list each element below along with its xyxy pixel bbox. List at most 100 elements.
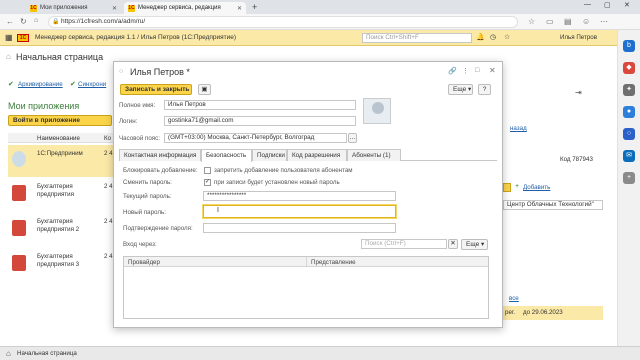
games-icon[interactable]: ● — [623, 106, 635, 118]
login-field[interactable]: gostinka71@gmail.com — [164, 116, 356, 126]
dialog-tabs: Контактная информация Безопасность Подпи… — [119, 149, 497, 162]
maximize-dialog-icon[interactable]: □ — [475, 67, 479, 74]
avatar[interactable] — [363, 98, 391, 124]
timezone-select-button[interactable]: ... — [348, 133, 357, 143]
app-name: Бухгалтерия предприятия 2 — [37, 218, 80, 233]
new-pwd-field[interactable]: I — [203, 205, 396, 218]
browser-sidebar: b ◆ ✦ ● ○ ✉ + — [617, 30, 640, 346]
save-close-button[interactable]: Записать и закрыть — [120, 84, 192, 95]
table-header: Провайдер Представление — [124, 257, 488, 267]
company-value: Центр Облачных Технологий" — [507, 201, 594, 208]
current-pwd-field[interactable]: **************** — [203, 191, 396, 201]
grid-menu-icon[interactable]: ▦ — [5, 33, 13, 42]
favorites-icon[interactable]: ☆ — [528, 17, 535, 26]
app-name: Бухгалтерия предприятия 3 — [37, 253, 80, 268]
floppy-icon: ▣ — [201, 86, 208, 93]
current-user[interactable]: Илья Петров — [560, 34, 597, 41]
subscription-row[interactable]: рег. до 29.06.2023 — [503, 306, 603, 320]
clear-search-button[interactable]: ✕ — [448, 239, 458, 249]
new-pwd-label: Новый пароль: — [123, 209, 166, 216]
add-sidebar-icon[interactable]: + — [623, 172, 635, 184]
close-tab-icon[interactable]: ✕ — [237, 5, 242, 12]
link-icon[interactable]: 🔗 — [448, 67, 457, 75]
bing-icon[interactable]: b — [623, 40, 635, 52]
change-pwd-checkbox[interactable]: ✓ — [204, 179, 211, 186]
history-icon[interactable]: ◷ — [490, 33, 496, 41]
current-pwd-label: Текущий пароль: — [123, 193, 172, 200]
tab-permission-code[interactable]: Код разрешения — [287, 149, 347, 161]
more-button-2[interactable]: Еще ▾ — [461, 239, 488, 250]
right-action-button[interactable] — [503, 183, 511, 192]
collections-icon[interactable]: ▤ — [564, 17, 572, 26]
tab-label: Код разрешения — [292, 152, 341, 159]
table-row[interactable]: Бухгалтерия предприятия 3 2 4 — [8, 251, 116, 281]
1c-logo-icon: 1С — [17, 34, 29, 42]
maximize-icon[interactable]: ▢ — [604, 1, 611, 9]
shopping-icon[interactable]: ◆ — [623, 62, 635, 74]
tab-label: Подписки — [257, 152, 285, 159]
home-taskbar-item[interactable]: Начальная страница — [17, 350, 77, 357]
browser-tab-my-apps[interactable]: 1С Мои приложения ✕ — [26, 2, 121, 14]
app-code: 2 4 — [104, 218, 113, 225]
office-icon[interactable]: ○ — [623, 128, 635, 140]
exit-icon[interactable]: ⇥ — [575, 88, 582, 97]
1c-favicon-icon: 1С — [128, 4, 135, 12]
close-dialog-icon[interactable]: ✕ — [489, 66, 496, 75]
user-silhouette-icon — [372, 102, 384, 114]
sync-icon: ✔ — [70, 81, 76, 88]
dialog-title: Илья Петров * — [130, 67, 190, 77]
change-pwd-label: Сменить пароль: — [123, 179, 172, 186]
back-link[interactable]: назад — [510, 125, 527, 132]
confirm-pwd-label: Подтверждение пароля: — [123, 225, 193, 232]
save-button[interactable]: ▣ — [198, 84, 211, 95]
reg-text: рег. — [505, 309, 516, 316]
refresh-icon[interactable]: ↻ — [20, 17, 27, 26]
current-pwd-value: **************** — [207, 192, 247, 199]
close-tab-icon[interactable]: ✕ — [112, 5, 117, 12]
table-row[interactable]: Бухгалтерия предприятия 2 4 — [8, 181, 116, 211]
minimize-icon[interactable]: — — [584, 1, 591, 8]
browser-tab-service-manager[interactable]: 1С Менеджер сервиса, редакция ✕ — [124, 2, 246, 14]
back-icon[interactable]: ← — [6, 17, 14, 26]
add-link[interactable]: Добавить — [523, 184, 550, 191]
profile-icon[interactable]: ☺ — [582, 17, 590, 26]
url-input[interactable]: 🔒 https://1cfresh.com/a/adm/ru/ — [48, 16, 518, 28]
all-link[interactable]: все — [509, 295, 519, 302]
new-tab-icon[interactable]: + — [252, 2, 257, 12]
timezone-field[interactable]: (GMT+03:00) Москва, Санкт-Петербург, Вол… — [164, 133, 347, 143]
login-via-search-input[interactable]: Поиск (Ctrl+F) — [361, 239, 447, 249]
help-button[interactable]: ? — [478, 84, 491, 95]
section-title: Мои приложения — [8, 101, 80, 111]
col-code: Ко — [104, 135, 112, 142]
company-field[interactable]: Центр Облачных Технологий" — [503, 200, 603, 210]
tab-subscribers[interactable]: Абоненты (1) — [347, 149, 401, 161]
home-icon[interactable]: ⌂ — [6, 349, 11, 358]
archive-link[interactable]: Архивирование — [18, 81, 63, 88]
star-icon[interactable]: ☆ — [504, 33, 510, 41]
table-row[interactable]: Бухгалтерия предприятия 2 2 4 — [8, 216, 116, 246]
search-placeholder: Поиск (Ctrl+F) — [365, 240, 406, 247]
tab-security[interactable]: Безопасность — [201, 149, 252, 162]
more-button[interactable]: Еще ▾ — [448, 84, 473, 95]
dialog-app-icon: ○ — [119, 68, 124, 75]
outlook-icon[interactable]: ✉ — [623, 150, 635, 162]
tab-label: Контактная информация — [124, 152, 197, 159]
bell-icon[interactable]: 🔔 — [476, 33, 485, 41]
sync-link[interactable]: Синхрони — [78, 81, 106, 88]
menu-icon[interactable]: ⋯ — [600, 17, 608, 26]
tab-contact-info[interactable]: Контактная информация — [119, 149, 201, 161]
table-row[interactable]: 1С:Предприним 2 4 — [8, 145, 116, 177]
tools-icon[interactable]: ✦ — [623, 84, 635, 96]
tab-subscriptions[interactable]: Подписки — [252, 149, 287, 161]
login-via-label: Вход через: — [123, 241, 157, 248]
home-icon[interactable]: ⌂ — [34, 17, 38, 24]
full-name-field[interactable]: Илья Петров — [164, 100, 356, 110]
close-window-icon[interactable]: ✕ — [624, 1, 630, 9]
enter-app-label: Войти в приложение — [13, 117, 80, 124]
global-search-input[interactable]: Поиск Ctrl+Shift+F — [362, 33, 472, 43]
enter-app-button[interactable]: Войти в приложение — [8, 115, 112, 126]
block-checkbox[interactable] — [204, 167, 211, 174]
more-menu-icon[interactable]: ⋮ — [462, 67, 469, 75]
split-screen-icon[interactable]: ▭ — [546, 17, 554, 26]
confirm-pwd-field[interactable] — [203, 223, 396, 233]
